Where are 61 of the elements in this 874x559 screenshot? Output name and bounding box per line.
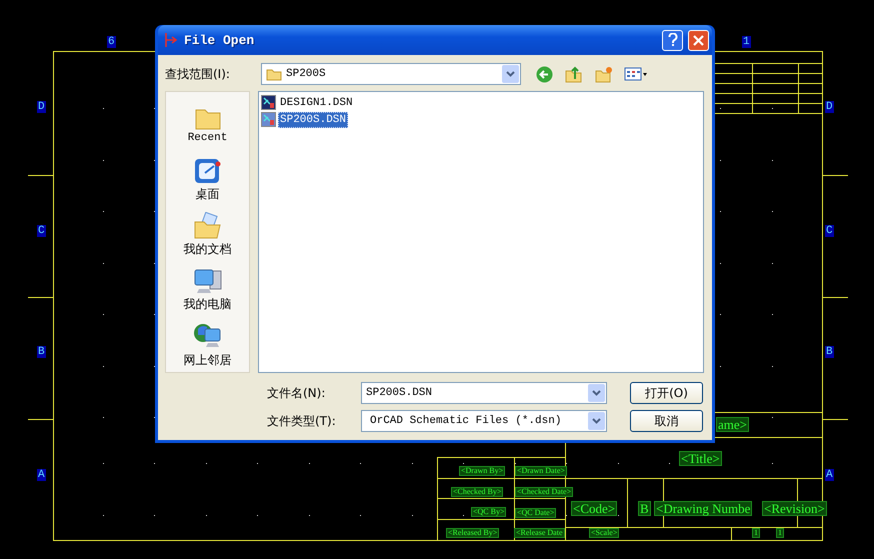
cancel-button[interactable]: 取消 (630, 410, 703, 432)
schematic-file-icon (261, 112, 276, 127)
row-label: A (37, 469, 46, 481)
row-label: B (37, 346, 46, 358)
file-type-label: 文件类型(T): (266, 412, 337, 430)
title-block-field: <QC By> (471, 507, 506, 517)
row-label: D (825, 101, 834, 113)
title-block-field: <Release Date (514, 528, 564, 538)
file-type-dropdown[interactable]: OrCAD Schematic Files (*.dsn) (361, 410, 607, 432)
title-block-field: <Checked By> (451, 487, 504, 497)
places-item[interactable]: 我的电脑 (168, 264, 248, 317)
title-block-field: <Scale> (589, 528, 620, 538)
computer-icon (192, 267, 224, 296)
title-block-field: <QC Date> (515, 508, 556, 518)
row-label: C (825, 225, 834, 237)
title-block-field: <Checked Date> (515, 487, 574, 497)
open-button[interactable]: 打开(O) (630, 382, 703, 404)
title-block-field: <Drawn By> (459, 466, 506, 476)
title-block-field: B (638, 501, 651, 516)
title-block-field: <Drawing Numbe (654, 501, 752, 516)
window-title: File Open (184, 32, 256, 48)
look-in-dropdown[interactable]: SP200S (261, 63, 521, 85)
places-item[interactable]: 桌面 (168, 153, 248, 206)
places-item[interactable]: 网上邻居 (168, 318, 248, 372)
title-block-field: 1 (776, 528, 784, 538)
row-label: A (825, 469, 834, 481)
folder-up-icon (565, 65, 583, 83)
file-item[interactable]: SP200S.DSN (278, 112, 348, 128)
row-label: B (825, 346, 834, 358)
close-button[interactable] (688, 30, 709, 50)
title-block-field: 1 (752, 528, 760, 538)
file-name-field[interactable]: SP200S.DSN (361, 382, 607, 404)
row-label: C (37, 225, 46, 237)
back-icon (536, 66, 552, 82)
places-item[interactable]: Recent (168, 98, 248, 152)
chevron-down-icon[interactable] (592, 418, 601, 424)
chevron-down-icon[interactable] (506, 71, 515, 77)
look-in-label: 查找范围(I): (165, 66, 231, 82)
folder-icon (266, 68, 282, 80)
file-item[interactable]: DESIGN1.DSN (278, 94, 355, 110)
row-label: D (37, 101, 46, 113)
app-icon (163, 32, 179, 48)
file-name-label: 文件名(N): (266, 384, 326, 402)
title-block-field: <Released By> (446, 528, 500, 538)
title-block-field: ame> (716, 417, 749, 432)
chevron-down-icon[interactable] (592, 390, 601, 396)
help-button[interactable] (662, 30, 683, 50)
places-item[interactable]: 我的文档 (168, 208, 248, 262)
folder-document-icon (192, 212, 222, 240)
title-block-field: <Title> (679, 451, 722, 466)
column-label: 1 (742, 36, 751, 48)
title-block-field: <Drawn Date> (515, 466, 567, 476)
title-block-field: <Code> (571, 501, 618, 516)
title-block-field: <Revision> (762, 501, 827, 516)
schematic-file-icon (261, 95, 276, 110)
help-icon (668, 33, 678, 47)
close-icon (693, 34, 704, 46)
desktop-icon (192, 156, 222, 185)
new-folder-icon (595, 66, 613, 82)
column-label: 6 (107, 36, 116, 48)
view-menu-icon (624, 66, 648, 82)
